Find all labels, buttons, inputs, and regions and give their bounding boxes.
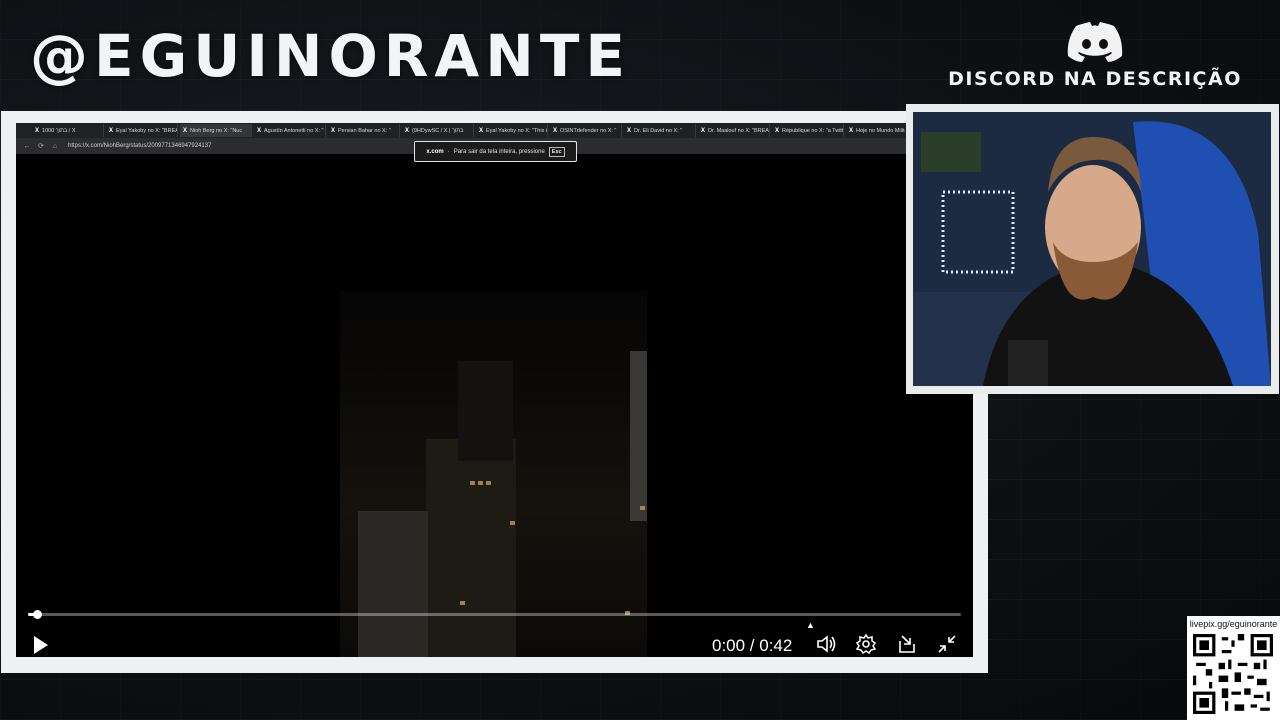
browser-tab[interactable]: X Dr. Eli David no X: " <box>624 124 696 137</box>
browser-tab[interactable]: X OSINTdefender no X: " <box>550 124 622 137</box>
window-light <box>640 506 645 510</box>
x-logo-icon: X <box>331 127 336 134</box>
browser-tab-label: Hoje no Mundo Milit <box>856 127 905 134</box>
url-field[interactable]: https://x.com/NiohBerg/status/2009771346… <box>68 143 211 149</box>
browser-tab[interactable]: X Persian Bahar no X: " <box>328 124 400 137</box>
browser-tab[interactable]: X Nioh Berg no X: "Nuc <box>180 124 252 137</box>
fullscreen-domain: x.com <box>426 148 444 155</box>
webcam-frame <box>906 104 1279 394</box>
tower-building <box>426 439 516 657</box>
x-logo-icon: X <box>405 127 410 134</box>
browser-tab-label: (9HDywSC / X | בתוך <box>412 127 464 134</box>
window-light <box>460 601 465 605</box>
right-building <box>630 351 647 521</box>
time-display: 0:00 / 0:42 <box>712 636 793 655</box>
home-icon[interactable]: ⌂ <box>48 143 62 150</box>
browser-tab-label: Agustín Antonetti no X: " <box>264 127 324 134</box>
browser-tab[interactable]: X בתוך 1000 / X <box>32 124 104 137</box>
browser-tab-label: Eyal Yakoby no X: "This is <box>486 127 548 134</box>
x-logo-icon: X <box>849 127 854 134</box>
x-logo-icon: X <box>35 127 40 134</box>
volume-icon[interactable] <box>815 633 837 655</box>
fullscreen-separator: · <box>447 148 450 155</box>
back-icon[interactable]: ← <box>20 143 34 150</box>
progress-bar[interactable] <box>28 610 961 619</box>
popout-icon[interactable] <box>896 633 918 655</box>
exit-fullscreen-icon[interactable] <box>936 633 958 655</box>
x-logo-icon: X <box>553 127 558 134</box>
browser-tab-label: בתוך 1000 / X <box>42 127 76 134</box>
browser-tab-bar: X בתוך 1000 / X X Eyal Yakoby no X: "BREAK X… <box>16 123 973 138</box>
browser-tab-label: Nioh Berg no X: "Nuc <box>190 127 243 134</box>
x-logo-icon: X <box>627 127 632 134</box>
x-logo-icon: X <box>257 127 262 134</box>
screen-frame: X בתוך 1000 / X X Eyal Yakoby no X: "BREAK X… <box>1 111 988 673</box>
discord-icon <box>1067 22 1123 62</box>
x-logo-icon: X <box>479 127 484 134</box>
window-light <box>486 481 491 485</box>
webcam-scene <box>913 112 1271 386</box>
gear-icon[interactable] <box>855 633 877 655</box>
reload-icon[interactable]: ⟳ <box>34 142 48 150</box>
tall-building <box>458 361 513 461</box>
browser-tab[interactable]: X Dr. Maalouf no X: "BREAK <box>698 124 770 137</box>
window-light <box>478 481 483 485</box>
browser-tab-label: Persian Bahar no X: " <box>338 127 391 134</box>
screen-capture: X בתוך 1000 / X X Eyal Yakoby no X: "BREAK X… <box>16 123 973 657</box>
x-logo-icon: X <box>183 127 188 134</box>
browser-tab[interactable]: X Eyal Yakoby no X: "BREAK <box>106 124 178 137</box>
qr-label: livepix.gg/eguinorante <box>1189 619 1278 629</box>
window-light <box>510 521 515 525</box>
browser-tab[interactable]: X Eyal Yakoby no X: "This is <box>476 124 548 137</box>
x-logo-icon: X <box>701 127 706 134</box>
browser-tab-label: République no X: "a Twitt <box>782 127 844 134</box>
browser-tab[interactable]: X Agustín Antonetti no X: " <box>254 124 326 137</box>
browser-tab-label: Dr. Eli David no X: " <box>634 127 683 134</box>
webcam-feed <box>913 112 1271 386</box>
donation-qr: livepix.gg/eguinorante <box>1187 616 1280 720</box>
play-icon[interactable] <box>29 634 51 656</box>
discord-promo: DISCORD NA DESCRIÇÃO <box>945 22 1245 90</box>
video-frame[interactable] <box>340 291 647 657</box>
x-logo-icon: X <box>109 127 114 134</box>
esc-key: Esc <box>548 146 565 157</box>
x-logo-icon: X <box>775 127 780 134</box>
browser-tab-label: OSINTdefender no X: " <box>560 127 617 134</box>
browser-tab-label: Eyal Yakoby no X: "BREAK <box>116 127 178 134</box>
progress-knob[interactable] <box>33 610 43 619</box>
browser-tab-label: Dr. Maalouf no X: "BREAK <box>708 127 770 134</box>
player-controls: 0:00 / 0:42 <box>16 628 973 657</box>
window-light <box>470 481 475 485</box>
qr-code <box>1193 634 1273 714</box>
browser-tab[interactable]: X (9HDywSC / X | בתוך <box>402 124 474 137</box>
fullscreen-message: Para sair da tela inteira, pressione <box>453 148 545 155</box>
browser-tab[interactable]: X République no X: "a Twitt <box>772 124 844 137</box>
channel-handle: @EGUINORANTE <box>30 22 632 90</box>
fullscreen-notice: x.com · Para sair da tela inteira, press… <box>414 141 577 162</box>
discord-text: DISCORD NA DESCRIÇÃO <box>948 68 1242 90</box>
